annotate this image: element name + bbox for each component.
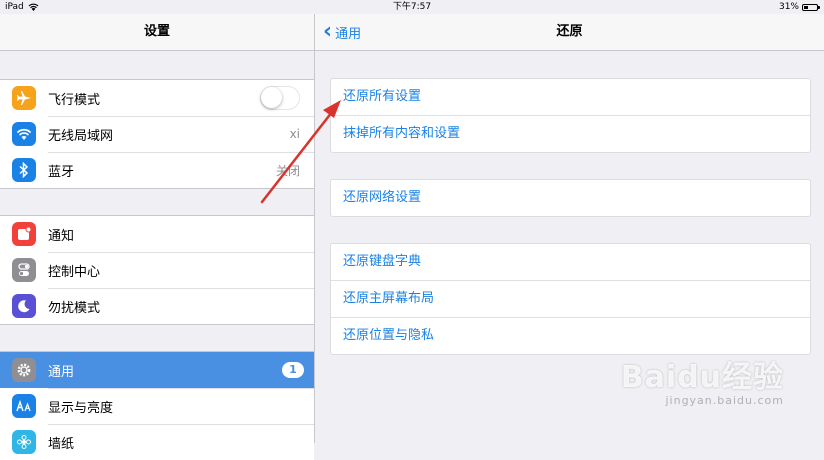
wifi-icon [12, 122, 36, 146]
reset-location-privacy-button[interactable]: 还原位置与隐私 [331, 317, 810, 354]
battery-icon [802, 3, 820, 11]
wifi-network-value: xi [289, 127, 300, 141]
detail-title: 还原 [556, 24, 583, 39]
watermark: Baidu经验 jingyan.baidu.com [621, 352, 784, 407]
settings-sidebar: 设置 飞行模式 无线局域网 xi 蓝牙 关闭 通知 控制中心 勿扰模式 通用 1… [0, 14, 314, 460]
sidebar-navbar: 设置 [0, 14, 314, 51]
display-brightness-icon [12, 394, 36, 418]
settings-group-general: 通用 1 显示与亮度 墙纸 [0, 351, 314, 460]
reset-group-other: 还原键盘字典 还原主屏幕布局 还原位置与隐私 [330, 243, 811, 355]
sidebar-item-notifications[interactable]: 通知 [0, 216, 314, 252]
sidebar-item-label: 显示与亮度 [48, 400, 114, 416]
erase-all-content-button[interactable]: 抹掉所有内容和设置 [331, 115, 810, 152]
status-bar: iPad 下午7:57 31% [0, 0, 824, 14]
notifications-icon [12, 222, 36, 246]
sidebar-item-label: 通知 [48, 228, 75, 244]
sidebar-item-label: 墙纸 [48, 436, 75, 452]
battery-fill [804, 5, 808, 9]
sidebar-item-general[interactable]: 通用 1 [0, 352, 314, 388]
sidebar-item-label: 蓝牙 [48, 164, 75, 180]
airplane-icon [12, 86, 36, 110]
wallpaper-icon [12, 430, 36, 454]
sidebar-title: 设置 [143, 24, 170, 39]
reset-group-all: 还原所有设置 抹掉所有内容和设置 [330, 78, 811, 153]
watermark-logo: Baidu经验 [620, 360, 784, 395]
settings-group-connectivity: 飞行模式 无线局域网 xi 蓝牙 关闭 [0, 79, 314, 189]
toggle-knob [261, 87, 282, 108]
reset-home-screen-layout-button[interactable]: 还原主屏幕布局 [331, 280, 810, 317]
control-center-icon [12, 258, 36, 282]
sidebar-item-wallpaper[interactable]: 墙纸 [0, 424, 314, 460]
sidebar-item-label: 无线局域网 [48, 128, 114, 144]
airplane-mode-toggle[interactable] [260, 86, 300, 110]
sidebar-item-wifi[interactable]: 无线局域网 xi [0, 116, 314, 152]
reset-network-settings-button[interactable]: 还原网络设置 [331, 180, 810, 216]
bluetooth-status-value: 关闭 [275, 163, 300, 178]
update-badge: 1 [282, 362, 304, 378]
gear-icon [12, 358, 36, 382]
sidebar-item-do-not-disturb[interactable]: 勿扰模式 [0, 288, 314, 324]
battery-percent: 31% [778, 2, 799, 12]
sidebar-item-label: 飞行模式 [48, 92, 101, 108]
sidebar-item-bluetooth[interactable]: 蓝牙 关闭 [0, 152, 314, 188]
sidebar-item-label: 通用 [48, 364, 75, 380]
reset-keyboard-dictionary-button[interactable]: 还原键盘字典 [331, 244, 810, 280]
sidebar-item-label: 控制中心 [48, 264, 101, 280]
reset-all-settings-button[interactable]: 还原所有设置 [331, 79, 810, 115]
detail-navbar: ‹ 通用 还原 [315, 14, 824, 51]
sidebar-item-label: 勿扰模式 [48, 300, 101, 316]
sidebar-item-control-center[interactable]: 控制中心 [0, 252, 314, 288]
clock: 下午7:57 [392, 2, 432, 12]
moon-icon [12, 294, 36, 318]
reset-group-network: 还原网络设置 [330, 179, 811, 217]
sidebar-item-display-brightness[interactable]: 显示与亮度 [0, 388, 314, 424]
bluetooth-icon [12, 158, 36, 182]
settings-group-notifications: 通知 控制中心 勿扰模式 [0, 215, 314, 325]
sidebar-item-airplane-mode[interactable]: 飞行模式 [0, 80, 314, 116]
